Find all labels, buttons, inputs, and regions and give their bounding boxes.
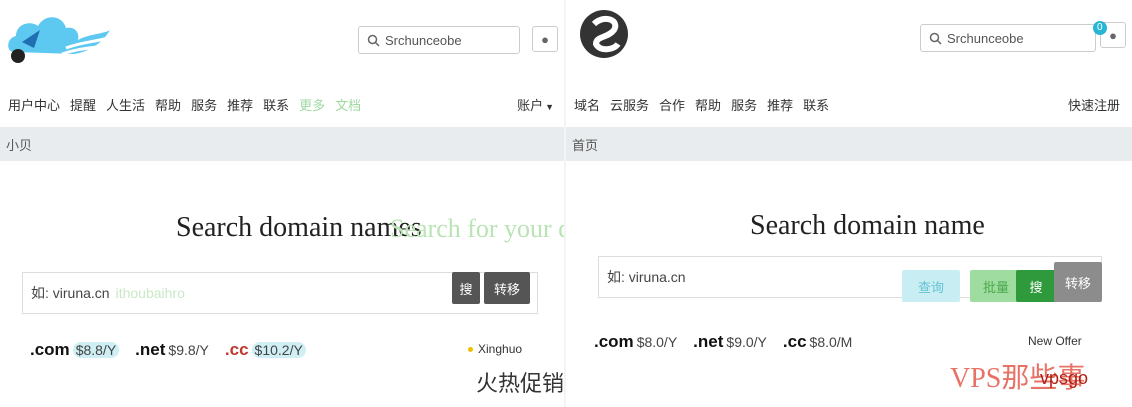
- tld-price: $9.8/Y: [168, 342, 209, 358]
- cart-icon: ●: [1109, 27, 1117, 43]
- breadcrumb: 小贝: [0, 127, 566, 161]
- transfer-button[interactable]: 转移: [1054, 262, 1102, 302]
- tld-name: .com: [30, 340, 70, 359]
- breadcrumb: 首页: [566, 127, 1132, 161]
- nav-item[interactable]: 推荐: [767, 95, 793, 114]
- bullet-icon: [468, 347, 473, 353]
- nav-item[interactable]: 更多: [299, 95, 325, 114]
- tld-item[interactable]: .net $9.8/Y: [135, 340, 209, 360]
- page-title: Search domain name: [750, 210, 985, 241]
- main-nav: 域名 云服务 合作 帮助 服务 推荐 联系 快速注册: [574, 92, 1132, 116]
- promo-label: Xinghuo: [478, 342, 523, 356]
- nav-item[interactable]: 联系: [263, 95, 289, 114]
- transfer-button[interactable]: 转移: [484, 272, 530, 304]
- breadcrumb-item[interactable]: 小贝: [6, 135, 32, 154]
- tld-name: .com: [594, 332, 634, 351]
- nav-item[interactable]: 云服务: [610, 95, 649, 114]
- search-button[interactable]: 搜: [1016, 270, 1056, 302]
- promo-banner-text: 火热促销: [476, 371, 565, 396]
- tld-price-list: .com $8.8/Y .net $9.8/Y .cc $10.2/Y: [30, 340, 322, 360]
- search-button[interactable]: 搜: [452, 272, 480, 304]
- tld-item[interactable]: .net $9.0/Y: [693, 332, 767, 352]
- breadcrumb-item[interactable]: 首页: [572, 135, 598, 154]
- tld-name: .net: [135, 340, 166, 359]
- domain-input-value: 如: viruna.cn: [607, 269, 686, 285]
- user-icon: ●: [541, 31, 549, 47]
- search-icon: [367, 34, 380, 47]
- nav-item[interactable]: 服务: [191, 95, 217, 114]
- tld-name: .cc: [224, 340, 249, 359]
- search-icon: [929, 32, 942, 45]
- tld-price-list: .com $8.0/Y .net $9.0/Y .cc $8.0/M: [594, 332, 868, 352]
- nav-item[interactable]: 推荐: [227, 95, 253, 114]
- sub-watermark-text: vpsgo: [1040, 368, 1089, 388]
- cart-button[interactable]: 0 ●: [1093, 21, 1126, 48]
- nav-item[interactable]: 人生活: [106, 95, 145, 114]
- right-screenshot-panel: Srchunceobe 0 ● 域名 云服务 合作 帮助 服务 推荐 联系 快速…: [566, 0, 1132, 407]
- bulk-button[interactable]: 批量: [970, 270, 1022, 302]
- nav-item[interactable]: 用户中心: [8, 95, 60, 114]
- cart-count-badge: 0: [1093, 21, 1107, 35]
- tld-price: $8.0/M: [809, 334, 853, 350]
- tld-price: $10.2/Y: [251, 342, 306, 358]
- domain-input-value: 如: viruna.cn: [31, 285, 110, 301]
- nav-item[interactable]: 帮助: [155, 95, 181, 114]
- header-search-box[interactable]: Srchunceobe: [920, 24, 1096, 52]
- search-input[interactable]: Srchunceobe: [385, 33, 462, 48]
- domain-input-ghost: ithoubaihro: [115, 285, 185, 301]
- tld-item[interactable]: .com $8.0/Y: [594, 332, 677, 352]
- promo-link[interactable]: New Offer: [1028, 334, 1082, 348]
- promo-link[interactable]: Xinghuo: [468, 342, 522, 356]
- nav-item[interactable]: 文档: [335, 95, 361, 114]
- tld-item[interactable]: .com $8.8/Y: [30, 340, 120, 360]
- nav-item[interactable]: 服务: [731, 95, 757, 114]
- tld-item[interactable]: .cc $10.2/Y: [225, 340, 306, 360]
- main-nav: 用户中心 提醒 人生活 帮助 服务 推荐 联系 更多 文档 账户 ▼: [8, 92, 566, 116]
- s-logo-icon[interactable]: [574, 2, 636, 64]
- account-label: 账户: [517, 97, 544, 113]
- page-title: Search domain names: [176, 212, 422, 243]
- page-title-overlay: Search for your domain name: [390, 214, 566, 243]
- tld-item[interactable]: .cc $8.0/M: [783, 332, 852, 352]
- register-link[interactable]: 快速注册: [1068, 95, 1120, 114]
- header-search-box[interactable]: Srchunceobe: [358, 26, 520, 54]
- chevron-down-icon: ▼: [545, 101, 554, 112]
- tld-name: .net: [693, 332, 724, 351]
- nav-item[interactable]: 提醒: [70, 95, 96, 114]
- tld-price: $8.0/Y: [636, 334, 678, 350]
- user-menu-button[interactable]: ●: [532, 26, 558, 52]
- nav-item[interactable]: 合作: [659, 95, 685, 114]
- cloud-logo-icon[interactable]: [4, 8, 112, 66]
- query-button[interactable]: 查询: [902, 270, 960, 302]
- account-dropdown[interactable]: 账户 ▼: [517, 95, 554, 114]
- tld-name: .cc: [782, 332, 807, 351]
- nav-item[interactable]: 帮助: [695, 95, 721, 114]
- nav-item[interactable]: 联系: [803, 95, 829, 114]
- search-input[interactable]: Srchunceobe: [947, 31, 1024, 46]
- left-screenshot-panel: Srchunceobe ● 用户中心 提醒 人生活 帮助 服务 推荐 联系 更多…: [0, 0, 566, 407]
- tld-price: $8.8/Y: [72, 342, 120, 358]
- tld-price: $9.0/Y: [726, 334, 767, 350]
- nav-item[interactable]: 域名: [574, 95, 600, 114]
